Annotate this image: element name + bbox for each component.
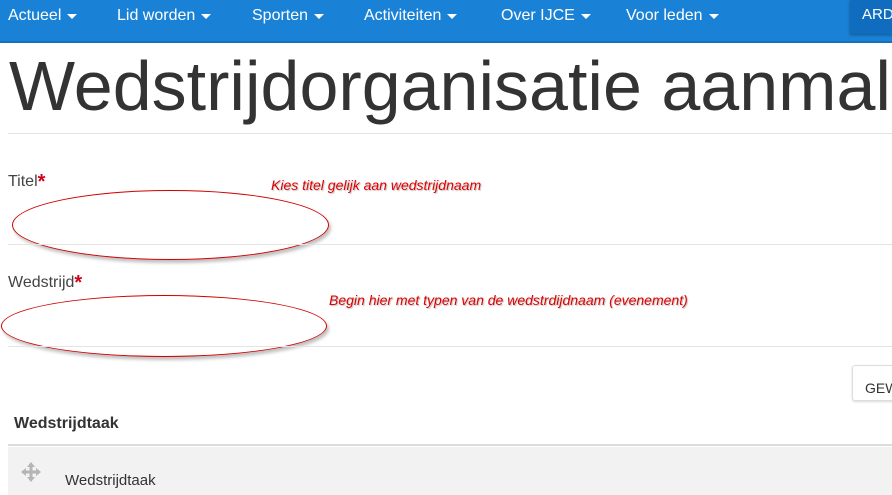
row-label: Wedstrijdtaak bbox=[65, 472, 156, 489]
nav-item-label: Lid worden bbox=[117, 7, 196, 24]
caret-down-icon bbox=[447, 14, 458, 19]
nav-item-label: Actueel bbox=[8, 7, 62, 24]
nav-item-label: Activiteiten bbox=[364, 7, 442, 24]
page-title: Wedstrijdorganisatie aanmal bbox=[9, 47, 891, 125]
nav-item-over-ijce[interactable]: Over IJCE bbox=[501, 7, 591, 25]
divider bbox=[8, 346, 892, 347]
caret-down-icon bbox=[708, 14, 719, 19]
wedstrijd-label-text: Wedstrijd bbox=[8, 274, 75, 291]
titel-annotation: Kies titel gelijk aan wedstrijdnaam bbox=[271, 177, 482, 193]
table-header: Wedstrijdtaak bbox=[8, 404, 892, 446]
user-menu-button[interactable]: ARD bbox=[850, 0, 892, 34]
column-header-wedstrijdtaak: Wedstrijdtaak bbox=[14, 415, 119, 432]
table-row: Wedstrijdtaak bbox=[8, 447, 892, 495]
nav-item-actueel[interactable]: Actueel bbox=[8, 7, 78, 25]
required-mark: * bbox=[37, 171, 46, 193]
move-icon[interactable] bbox=[20, 461, 42, 488]
caret-down-icon bbox=[201, 14, 212, 19]
nav-item-activiteiten[interactable]: Activiteiten bbox=[364, 7, 458, 25]
titel-label-text: Titel bbox=[8, 173, 38, 190]
nav-item-label: Over IJCE bbox=[501, 7, 575, 24]
nav-item-lid-worden[interactable]: Lid worden bbox=[117, 7, 212, 25]
caret-down-icon bbox=[580, 14, 591, 19]
caret-down-icon bbox=[67, 14, 78, 19]
wedstrijd-label: Wedstrijd* bbox=[8, 270, 83, 294]
gewicht-button[interactable]: GEW bbox=[852, 365, 892, 401]
top-navbar: Actueel Lid worden Sporten Activiteiten … bbox=[0, 0, 892, 43]
titel-label: Titel* bbox=[8, 169, 46, 193]
divider bbox=[8, 133, 892, 134]
caret-down-icon bbox=[314, 14, 325, 19]
nav-item-sporten[interactable]: Sporten bbox=[252, 7, 325, 25]
titel-input[interactable] bbox=[30, 212, 314, 238]
nav-item-label: Voor leden bbox=[626, 7, 703, 24]
nav-item-label: Sporten bbox=[252, 7, 309, 24]
divider bbox=[8, 244, 892, 245]
wedstrijd-annotation: Begin hier met typen van de wedstrdijdna… bbox=[329, 292, 688, 308]
nav-item-voor-leden[interactable]: Voor leden bbox=[626, 7, 719, 25]
required-mark: * bbox=[74, 272, 83, 294]
wedstrijd-input[interactable] bbox=[24, 313, 313, 339]
